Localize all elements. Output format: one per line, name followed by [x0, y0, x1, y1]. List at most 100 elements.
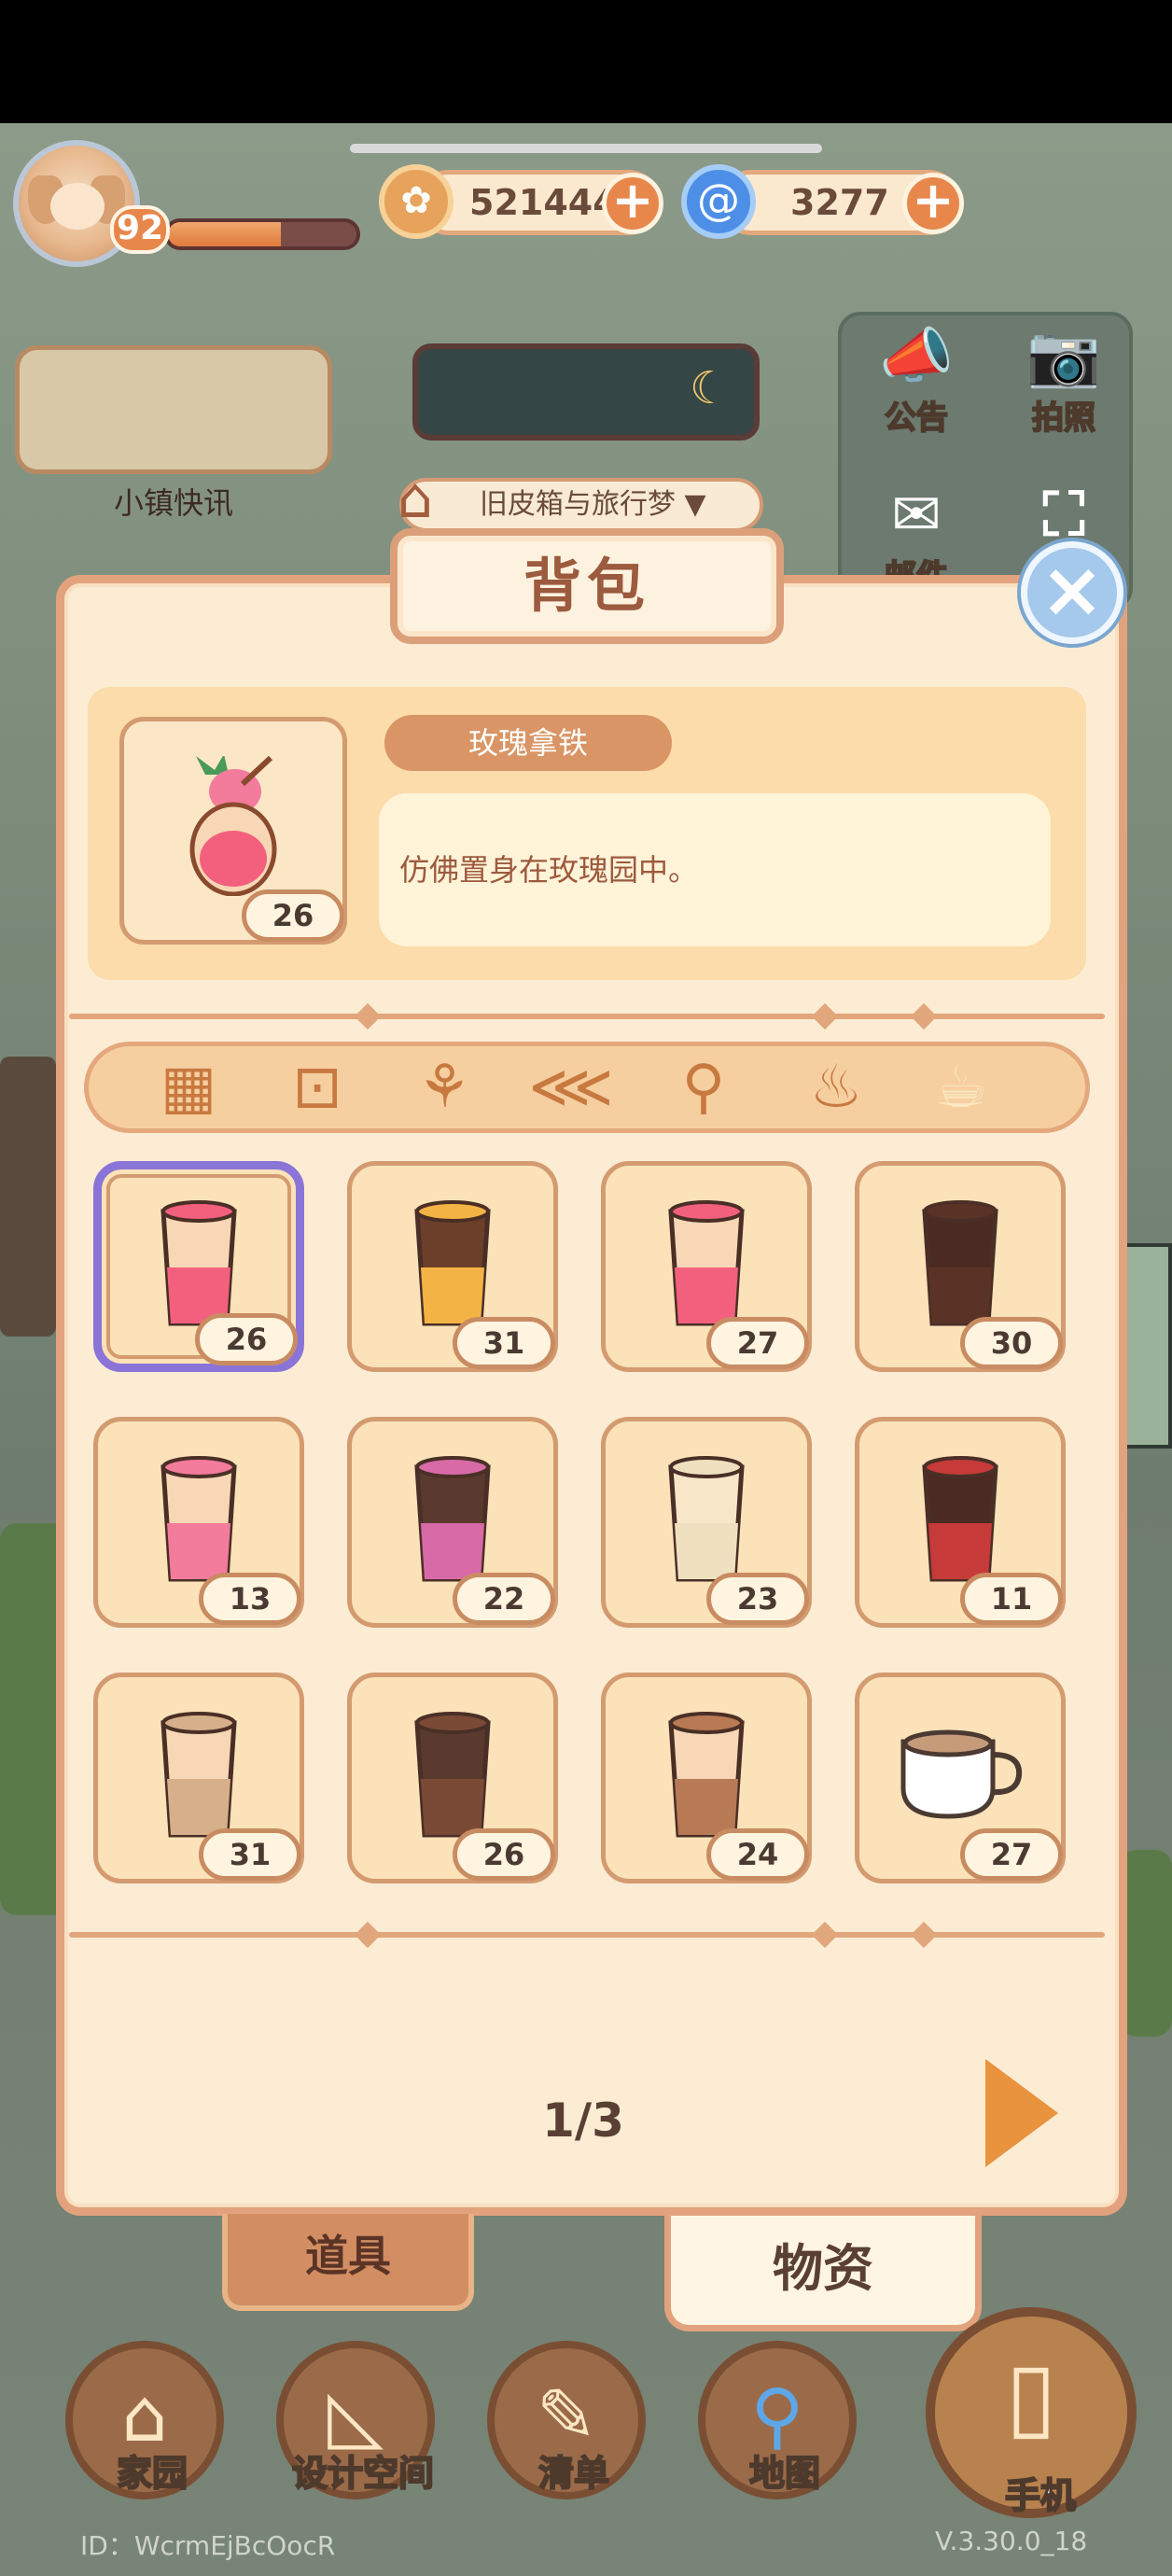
- nav-map-label: 地图: [748, 2452, 821, 2495]
- grid-icon: ▦: [160, 1053, 217, 1122]
- category-tab-seeds[interactable]: ⊡: [266, 1046, 369, 1128]
- scene-selector-dropdown[interactable]: ⌂ 旧皮箱与旅行梦 ▼: [398, 470, 763, 532]
- town-news-button[interactable]: [15, 345, 332, 474]
- divider-bottom: [69, 1921, 1105, 1949]
- status-bar: [0, 0, 1172, 123]
- item-slot[interactable]: 27: [601, 1161, 812, 1372]
- fullscreen-button[interactable]: ⛶: [1008, 480, 1120, 551]
- category-tab-meat[interactable]: ⚲: [652, 1046, 755, 1128]
- divider-top: [69, 1002, 1105, 1030]
- seed-packet-icon: ⊡: [292, 1053, 342, 1122]
- strawberry-latte-icon: [668, 1199, 745, 1326]
- house-icon: ⌂: [398, 466, 434, 531]
- nav-phone-label: 手机: [1004, 2474, 1077, 2517]
- nav-list-label: 清单: [537, 2452, 610, 2495]
- coin-amount: 521444: [469, 182, 618, 223]
- fish-icon: ⋘: [528, 1053, 614, 1122]
- item-slot[interactable]: 13: [93, 1417, 304, 1628]
- iced-coffee-icon: [922, 1199, 998, 1326]
- coin-icon: ✿: [379, 164, 453, 239]
- moon-icon: ☾: [689, 362, 730, 414]
- town-news-label: 小镇快讯: [113, 485, 233, 521]
- next-page-button[interactable]: [985, 2059, 1058, 2167]
- item-count: 27: [960, 1828, 1063, 1881]
- raspberry-iced-coffee-icon: [922, 1455, 998, 1582]
- item-slot[interactable]: 24: [601, 1673, 812, 1883]
- item-slot[interactable]: 31: [93, 1673, 304, 1883]
- dog-face: [50, 183, 105, 230]
- experience-bar: [164, 218, 360, 250]
- rose-latte-icon: [189, 756, 277, 897]
- swirl-currency-icon: @: [681, 164, 756, 239]
- tab-tools[interactable]: 道具: [222, 2214, 474, 2311]
- category-tab-food[interactable]: ♨: [785, 1046, 887, 1128]
- item-count: 24: [706, 1828, 809, 1881]
- selected-item-name: 玫瑰拿铁: [384, 715, 672, 771]
- player-id: ID：WcrmEjBcOocR: [80, 2530, 336, 2561]
- item-count: 22: [453, 1573, 555, 1625]
- backpack-title: 背包: [523, 552, 650, 620]
- latte-icon: [160, 1711, 237, 1838]
- item-slot[interactable]: 11: [855, 1417, 1066, 1628]
- item-count: 31: [199, 1828, 301, 1881]
- category-tab-drinks[interactable]: ☕: [910, 1046, 1012, 1128]
- nav-design-button[interactable]: ◺ 设计空间: [276, 2341, 435, 2499]
- plant-icon: ⚘: [417, 1053, 471, 1122]
- citrus-coffee-icon: [414, 1199, 491, 1326]
- announcement-button[interactable]: 📣 公告: [860, 321, 972, 438]
- announcement-label: 公告: [884, 399, 949, 438]
- photo-button[interactable]: 📷 拍照: [1008, 321, 1120, 438]
- category-tab-all[interactable]: ▦: [137, 1046, 240, 1128]
- megaphone-icon: 📣: [879, 322, 954, 391]
- game-version: V.3.30.0_18: [935, 2526, 1088, 2556]
- item-count: 27: [706, 1317, 809, 1369]
- item-slot[interactable]: 31: [347, 1161, 558, 1372]
- soup-bowl-icon: ♨: [809, 1053, 863, 1122]
- selected-item-count: 26: [242, 889, 344, 942]
- drumstick-icon: ⚲: [681, 1053, 726, 1122]
- scene-selector-label: 旧皮箱与旅行梦: [480, 488, 676, 521]
- photo-label: 拍照: [1031, 399, 1096, 438]
- envelope-icon: ✉: [891, 481, 942, 550]
- mocha-icon: [668, 1711, 745, 1838]
- category-filter-bar: ▦ ⊡ ⚘ ⋘ ⚲ ♨ ☕: [84, 1042, 1090, 1133]
- flower-latte-icon: [668, 1455, 745, 1582]
- scenery-grass-right: [1120, 1850, 1172, 2037]
- item-slot[interactable]: 23: [601, 1417, 812, 1628]
- nav-design-label: 设计空间: [291, 2452, 435, 2495]
- item-count: 26: [195, 1313, 298, 1365]
- sakura-latte-icon: [160, 1455, 237, 1582]
- tab-materials[interactable]: 物资: [664, 2216, 982, 2331]
- berry-iced-coffee-icon: [414, 1455, 491, 1582]
- item-slot[interactable]: 22: [347, 1417, 558, 1628]
- gem-amount: 3277: [790, 182, 889, 223]
- item-count: 30: [960, 1317, 1063, 1369]
- nav-list-button[interactable]: ✎ 清单: [487, 2341, 646, 2499]
- item-count: 13: [199, 1573, 301, 1625]
- item-slot[interactable]: 26: [347, 1673, 558, 1883]
- cinnamon-mocha-icon: [414, 1711, 491, 1838]
- item-slot[interactable]: 30: [855, 1161, 1066, 1372]
- day-night-banner: ☾: [412, 343, 760, 441]
- home-indicator: [350, 144, 822, 153]
- smartphone-icon: ▯: [1005, 2341, 1057, 2450]
- item-count: 26: [453, 1828, 555, 1881]
- item-slot[interactable]: 27: [855, 1673, 1066, 1883]
- rose-latte-icon: [160, 1199, 237, 1326]
- scenery-building: [0, 1057, 56, 1337]
- level-badge: 92: [110, 205, 170, 254]
- item-count: 11: [960, 1573, 1063, 1625]
- category-tab-fish[interactable]: ⋘: [520, 1046, 622, 1128]
- add-coins-button[interactable]: +: [602, 173, 663, 234]
- nav-home-button[interactable]: ⌂ 家园: [65, 2341, 224, 2499]
- close-button[interactable]: ×: [1021, 541, 1123, 644]
- coffee-mug-icon: [900, 1729, 1023, 1819]
- nav-phone-button[interactable]: ▯ 手机: [926, 2307, 1137, 2518]
- item-count: 23: [706, 1573, 809, 1625]
- category-tab-plants[interactable]: ⚘: [393, 1046, 495, 1128]
- nav-map-button[interactable]: ⚲ 地图: [698, 2341, 857, 2499]
- add-gems-button[interactable]: +: [902, 173, 964, 234]
- chevron-down-icon: ▼: [684, 488, 706, 521]
- item-slot[interactable]: 26: [93, 1161, 304, 1372]
- frame-icon: ⛶: [1042, 481, 1085, 550]
